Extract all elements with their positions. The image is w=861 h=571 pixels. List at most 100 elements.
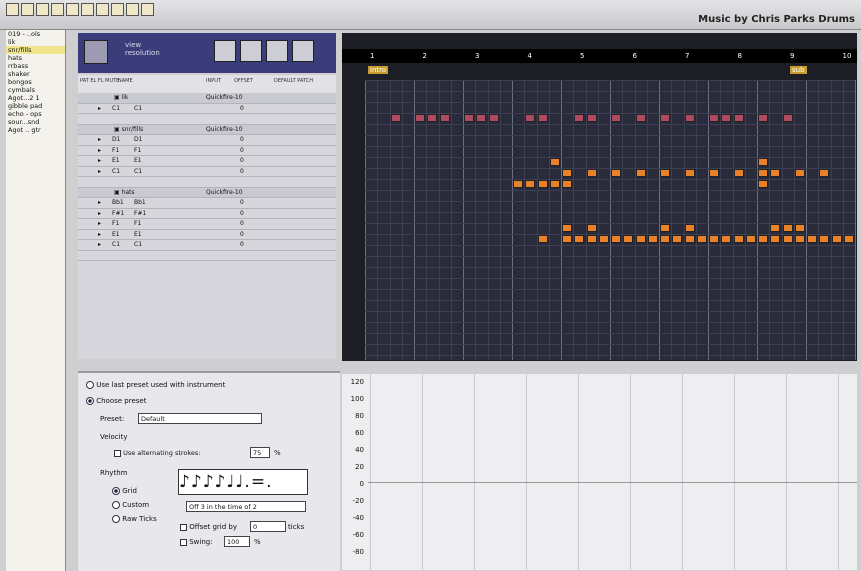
note-cell[interactable] xyxy=(721,114,732,122)
note-cell[interactable] xyxy=(586,114,597,122)
note-cell[interactable] xyxy=(696,235,707,243)
note-cell[interactable] xyxy=(660,114,670,122)
track-item[interactable]: shaker xyxy=(6,70,65,78)
offset-cell[interactable]: 0 xyxy=(240,105,244,112)
drum-row[interactable]: ▸ D1 D1 0 xyxy=(78,135,336,146)
note-cell[interactable] xyxy=(672,235,683,243)
track-item[interactable]: Agot...2 1 xyxy=(6,94,65,102)
note-cell[interactable] xyxy=(721,235,732,243)
play-icon[interactable]: ▸ xyxy=(98,147,101,154)
drum-row[interactable]: ▸ C1 C1 0 xyxy=(78,240,336,251)
note-cell[interactable] xyxy=(684,169,695,177)
play-icon[interactable]: ▸ xyxy=(98,105,101,112)
note-cell[interactable] xyxy=(794,235,805,243)
note-cell[interactable] xyxy=(709,169,719,177)
note-cell[interactable] xyxy=(745,235,756,243)
note-cell[interactable] xyxy=(562,169,572,177)
note-cell[interactable] xyxy=(733,114,744,122)
icon-7[interactable] xyxy=(96,3,109,16)
note-cell[interactable] xyxy=(611,169,621,177)
marker-intro[interactable]: intro xyxy=(368,66,389,74)
icon-3[interactable] xyxy=(36,3,49,16)
track-item[interactable]: echo - ops xyxy=(6,110,65,118)
note-cell[interactable] xyxy=(464,114,474,122)
note-cell[interactable] xyxy=(427,114,438,122)
play-icon[interactable]: ▸ xyxy=(98,157,101,164)
group-preset[interactable]: Quickfire-10 xyxy=(206,94,243,101)
note-cell[interactable] xyxy=(709,114,719,122)
track-item[interactable]: 019 - ..ols xyxy=(6,30,65,38)
raw-ticks-radio[interactable] xyxy=(112,515,120,523)
drum-row[interactable]: ▸ F1 F1 0 xyxy=(78,219,336,230)
note-cell[interactable] xyxy=(525,114,536,122)
note-cell[interactable] xyxy=(819,235,830,243)
note-icon[interactable] xyxy=(84,40,108,64)
icon-5[interactable] xyxy=(66,3,79,16)
note-cell[interactable] xyxy=(770,224,781,232)
velocity-graph[interactable]: 120 100 80 60 40 20 0 -20 -40 -60 -80 xyxy=(342,374,857,570)
play-icon[interactable]: ▸ xyxy=(98,241,101,248)
track-item[interactable]: lik xyxy=(6,38,65,46)
offset-cell[interactable]: 0 xyxy=(240,136,244,143)
note-cell[interactable] xyxy=(537,235,548,243)
brush-tool-button[interactable] xyxy=(292,40,314,62)
play-icon[interactable]: ▸ xyxy=(98,220,101,227)
note-cell[interactable] xyxy=(513,180,523,188)
note-cell[interactable] xyxy=(390,114,401,122)
note-cell[interactable] xyxy=(807,235,817,243)
group-preset[interactable]: Quickfire-10 xyxy=(206,189,243,196)
note-cell[interactable] xyxy=(537,180,548,188)
note-cell[interactable] xyxy=(758,180,768,188)
swing-checkbox[interactable] xyxy=(180,538,187,546)
track-item[interactable]: sour...snd xyxy=(6,118,65,126)
drum-row[interactable]: ▸ E1 E1 0 xyxy=(78,156,336,167)
play-icon[interactable]: ▸ xyxy=(98,231,101,238)
note-cell[interactable] xyxy=(770,235,781,243)
note-cell[interactable] xyxy=(794,169,805,177)
note-cell[interactable] xyxy=(819,169,830,177)
track-item[interactable]: rrbass xyxy=(6,62,65,70)
note-cell[interactable] xyxy=(709,235,719,243)
play-icon[interactable]: ▸ xyxy=(98,136,101,143)
note-cell[interactable] xyxy=(598,235,609,243)
grid-radio[interactable] xyxy=(112,487,120,495)
app-icon-strip[interactable] xyxy=(6,3,154,27)
note-cell[interactable] xyxy=(574,235,585,243)
note-cell[interactable] xyxy=(758,114,768,122)
drum-row[interactable]: ▸ F1 F1 0 xyxy=(78,146,336,156)
group-row[interactable]: ▣ lik Quickfire-10 xyxy=(78,93,336,104)
track-item[interactable]: cymbals xyxy=(6,86,65,94)
note-cell[interactable] xyxy=(537,114,548,122)
offset-cell[interactable]: 0 xyxy=(240,231,244,238)
note-cell[interactable] xyxy=(476,114,487,122)
offset-cell[interactable]: 0 xyxy=(240,241,244,248)
note-cell[interactable] xyxy=(782,114,793,122)
note-cell[interactable] xyxy=(758,169,768,177)
note-cell[interactable] xyxy=(623,235,634,243)
note-cell[interactable] xyxy=(831,235,842,243)
note-cell[interactable] xyxy=(488,114,499,122)
offset-cell[interactable]: 0 xyxy=(240,220,244,227)
offset-cell[interactable]: 0 xyxy=(240,210,244,217)
icon-9[interactable] xyxy=(126,3,139,16)
track-item[interactable]: hats xyxy=(6,54,65,62)
note-cell[interactable] xyxy=(635,235,646,243)
offset-checkbox[interactable] xyxy=(180,523,187,531)
note-cell[interactable] xyxy=(611,235,621,243)
note-cell[interactable] xyxy=(611,114,621,122)
pencil-tool-button[interactable] xyxy=(240,40,262,62)
group-row[interactable]: ▣ hats Quickfire-10 xyxy=(78,187,336,198)
offset-field[interactable]: 0 xyxy=(250,521,286,532)
drum-row[interactable]: ▸ C1 C1 0 xyxy=(78,167,336,177)
note-cell[interactable] xyxy=(794,224,805,232)
pointer-tool-button[interactable] xyxy=(214,40,236,62)
note-cell[interactable] xyxy=(562,180,572,188)
drum-row[interactable]: ▸ C1 C1 0 xyxy=(78,104,336,114)
icon-2[interactable] xyxy=(21,3,34,16)
note-cell[interactable] xyxy=(574,114,585,122)
use-last-radio[interactable] xyxy=(86,381,94,389)
note-cell[interactable] xyxy=(758,158,768,166)
icon-10[interactable] xyxy=(141,3,154,16)
note-grid[interactable] xyxy=(365,80,856,360)
note-cell[interactable] xyxy=(415,114,425,122)
